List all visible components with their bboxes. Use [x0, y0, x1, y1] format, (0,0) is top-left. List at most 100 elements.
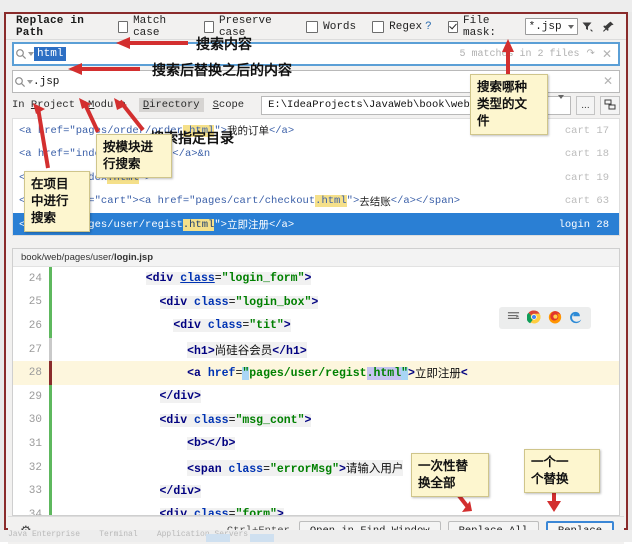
- dialog-header: Replace in Path Match case Preserve case…: [6, 14, 626, 40]
- arrow-by-module: [79, 98, 100, 133]
- table-row-selected[interactable]: <a href="pages/user/regist .html "> 立即注册 </a…: [13, 213, 619, 235]
- note-replace-content: 搜索后替换之后的内容: [152, 62, 292, 78]
- code-line-text: <div class="tit">: [173, 319, 291, 333]
- screenshot-root: Replace in Path Match case Preserve case…: [0, 0, 632, 544]
- checkbox-regex[interactable]: Regex ?: [372, 20, 432, 33]
- arrow-specify-directory: [114, 98, 145, 132]
- top-background-strip: [0, 0, 632, 12]
- result-mid: ">: [346, 195, 360, 208]
- taskbar-ghost-1: [206, 534, 230, 542]
- browse-directory-button[interactable]: ...: [575, 95, 596, 115]
- checkbox-file-mask[interactable]: File mask:: [447, 14, 518, 39]
- code-line[interactable]: 34 <div class="form">: [13, 502, 619, 515]
- breadcrumb[interactable]: book/web/pages/user/login.jsp: [13, 249, 619, 267]
- close-icon[interactable]: ✕: [602, 47, 612, 62]
- code-line-text: <div class="form">: [52, 503, 284, 515]
- result-location: cart 19: [564, 171, 609, 184]
- file-mask-box: [447, 20, 459, 33]
- line-number: 33: [28, 485, 42, 498]
- code-line-text: <b></b>: [187, 437, 236, 451]
- line-number: 26: [28, 319, 42, 332]
- result-post: </a></span>: [390, 195, 461, 208]
- code-line-text: </div>: [159, 390, 201, 404]
- replace-close-icon[interactable]: ✕: [603, 74, 613, 89]
- replace-history-caret-icon: [26, 79, 33, 84]
- header-icon-group: [578, 17, 626, 36]
- search-input-value: html: [34, 47, 67, 61]
- code-line-text: <div class="login_box">: [159, 295, 319, 309]
- note-file-type: 搜索哪种 类型的文 件: [470, 74, 548, 135]
- arrow-search-content: [116, 37, 188, 49]
- note-in-project: 在项目 中进行 搜索: [24, 171, 90, 232]
- line-number: 28: [28, 367, 42, 380]
- result-post: </a>: [268, 218, 295, 231]
- words-box: [306, 20, 319, 33]
- chrome-icon[interactable]: [526, 310, 541, 327]
- browser-preview-toolbar[interactable]: [499, 307, 591, 329]
- arrow-in-project: [33, 103, 50, 169]
- search-icon[interactable]: [14, 48, 34, 60]
- code-line-text: <a href = " pages/user/regist .html " > 立即注册 <: [187, 366, 468, 381]
- code-line-text: <div class="msg_cont">: [159, 413, 312, 427]
- line-number: 25: [28, 296, 42, 309]
- checkbox-words[interactable]: Words: [306, 20, 357, 33]
- result-location: cart 18: [564, 148, 609, 161]
- code-line[interactable]: 27 <h1>尚硅谷会员</h1>: [13, 337, 619, 362]
- chevron-down-icon: [568, 24, 575, 29]
- file-mask-combo[interactable]: *.jsp: [524, 18, 579, 35]
- taskbar-ghost-2: [250, 534, 274, 542]
- result-match: .html: [182, 218, 215, 231]
- replace-search-icon[interactable]: [13, 76, 33, 88]
- note-replace-all: 一次性替 换全部: [411, 453, 489, 497]
- file-mask-value: *.jsp: [528, 20, 562, 33]
- search-status: 5 matches in 2 files: [459, 48, 580, 60]
- code-line[interactable]: 24 <div class="login_form">: [13, 267, 619, 291]
- code-line-text: <h1>尚硅谷会员</h1>: [52, 338, 307, 362]
- match-case-box: [117, 20, 129, 33]
- note-replace-one: 一个一 个替换: [524, 449, 600, 493]
- result-location: cart 17: [564, 124, 609, 137]
- breadcrumb-path: book/web/pages/user/: [21, 252, 114, 263]
- result-mid: ">: [214, 218, 227, 231]
- checkbox-match-case[interactable]: Match case: [117, 14, 188, 39]
- bottom-background-strip: Java Enterprise Terminal Application Ser…: [0, 530, 632, 542]
- code-line-text: </div>: [159, 484, 201, 498]
- pin-icon[interactable]: [599, 17, 618, 36]
- code-line[interactable]: 30 <div class="msg_cont">: [13, 408, 619, 433]
- line-number: 24: [28, 272, 42, 285]
- search-field-right: 5 matches in 2 files ↷ ✕: [460, 47, 618, 62]
- regex-box: [372, 20, 385, 33]
- code-line-text: <span class="errorMsg">请输入用户: [52, 456, 404, 480]
- note-search-content: 搜索内容: [196, 36, 252, 52]
- result-location: cart 63: [564, 195, 609, 208]
- edge-icon[interactable]: [569, 310, 583, 327]
- search-history-caret-icon: [27, 52, 34, 56]
- result-cjk: 去结账: [359, 195, 391, 208]
- arrow-replace-content: [68, 63, 140, 75]
- line-number: 32: [28, 461, 42, 474]
- path-chevron-down-icon[interactable]: [557, 95, 570, 111]
- match-case-label: Match case: [133, 14, 167, 39]
- result-location: login 28: [558, 218, 609, 231]
- result-match: .html: [315, 195, 347, 208]
- regex-help-icon[interactable]: ?: [425, 21, 432, 33]
- align-icon[interactable]: [507, 310, 520, 326]
- line-number: 29: [28, 390, 42, 403]
- history-icon[interactable]: ↷: [587, 48, 595, 60]
- table-row[interactable]: <span class="cart"><a href="pages/cart/c…: [13, 190, 619, 214]
- result-post: </a>: [268, 124, 295, 137]
- result-post: </a>&n: [172, 148, 211, 161]
- recursive-icon[interactable]: [600, 95, 620, 115]
- scope-scope[interactable]: Scope: [213, 99, 245, 111]
- result-cjk: 立即注册: [226, 219, 269, 232]
- note-by-module: 按模块进 行搜索: [96, 134, 172, 178]
- code-line-current[interactable]: 28 <a href = " pages/user/regist .html " > 立即注册…: [13, 361, 619, 385]
- line-number: 31: [28, 437, 42, 450]
- code-line[interactable]: 29 </div>: [13, 384, 619, 409]
- words-label: Words: [323, 20, 357, 33]
- filter-icon[interactable]: [578, 17, 597, 36]
- code-line-text: <div class="login_form">: [145, 272, 312, 286]
- file-mask-label: File mask:: [463, 14, 497, 39]
- firefox-icon[interactable]: [548, 310, 562, 327]
- regex-label: Regex: [389, 20, 423, 33]
